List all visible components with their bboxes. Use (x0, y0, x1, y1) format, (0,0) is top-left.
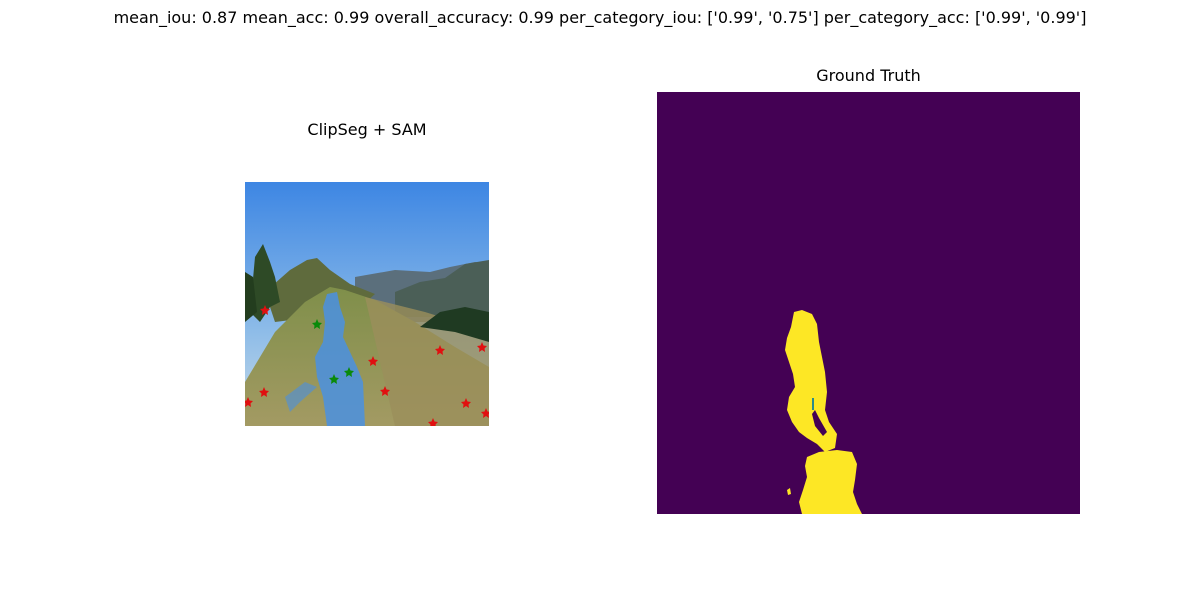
ground-truth-mask (657, 92, 1080, 514)
mask-edge-mark (812, 398, 814, 410)
ground-truth-svg (657, 92, 1080, 514)
prediction-image (245, 182, 489, 426)
prediction-image-svg (245, 182, 489, 426)
panel-title-ground-truth: Ground Truth (816, 66, 921, 85)
figure-suptitle: mean_iou: 0.87 mean_acc: 0.99 overall_ac… (113, 8, 1087, 27)
mask-foreground-lower (799, 450, 862, 514)
panel-title-prediction: ClipSeg + SAM (307, 120, 427, 139)
mask-background (657, 92, 1080, 514)
